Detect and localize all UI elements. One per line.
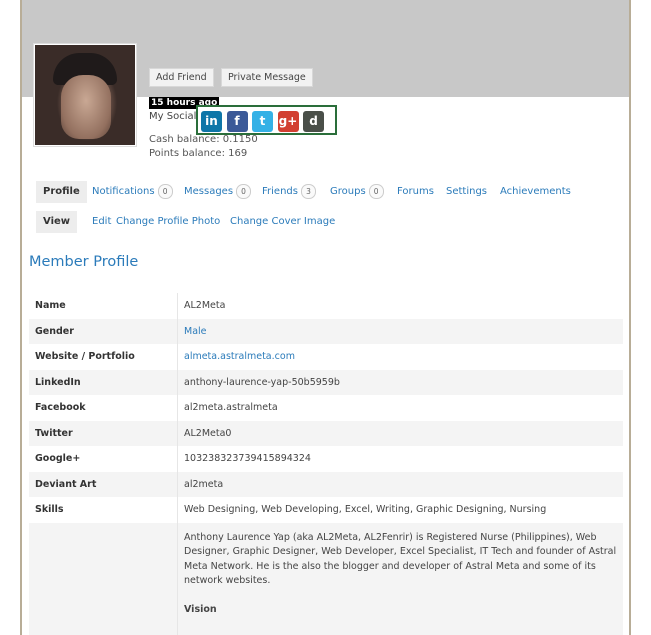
avatar[interactable] <box>33 43 137 147</box>
tab-count-badge: 0 <box>157 183 173 199</box>
table-row: LinkedIn anthony-laurence-yap-50b5959b <box>29 369 623 395</box>
avatar-photo <box>35 45 135 145</box>
field-value-cell: anthony-laurence-yap-50b5959b <box>177 369 623 395</box>
table-row: Name AL2Meta <box>29 293 623 319</box>
tab-friends[interactable]: Friends 3 <box>262 181 316 203</box>
field-value-cell: al2meta <box>177 471 623 497</box>
field-value-cell: Web Designing, Web Developing, Excel, Wr… <box>184 504 547 516</box>
subtab-edit[interactable]: Edit <box>92 211 111 233</box>
table-row: Google+ 103238323739415894324 <box>29 446 623 472</box>
field-label: Website / Portfolio <box>29 344 178 370</box>
tab-forums[interactable]: Forums <box>397 181 434 203</box>
tab-messages[interactable]: Messages 0 <box>184 181 252 203</box>
field-value-cell: al2meta.astralmeta <box>184 402 278 414</box>
tab-notifications[interactable]: Notifications 0 <box>92 181 173 203</box>
subtab-change-cover-image[interactable]: Change Cover Image <box>230 211 335 233</box>
profile-table: Name AL2Meta Gender Male Website / Portfolio… <box>29 293 623 635</box>
subtab-change-profile-photo[interactable]: Change Profile Photo <box>116 211 220 233</box>
section-title: Member Profile <box>29 254 139 270</box>
tab-count-badge: 3 <box>300 183 316 199</box>
points-balance: Points balance: 169 <box>149 148 248 159</box>
table-row-bio: Anthony Laurence Yap (aka AL2Meta, AL2Fe… <box>29 522 623 635</box>
linkedin-icon[interactable]: in <box>201 111 222 132</box>
field-value-cell: AL2Meta0 <box>177 420 623 446</box>
field-label: Twitter <box>29 420 178 446</box>
google-plus-icon[interactable]: g+ <box>277 111 299 132</box>
tab-label: Achievements <box>500 186 571 197</box>
tab-label: Friends <box>262 186 298 197</box>
tab-groups[interactable]: Groups 0 <box>330 181 384 203</box>
field-label: Facebook <box>29 395 178 421</box>
page-border-right <box>629 0 631 635</box>
tab-achievements[interactable]: Achievements <box>500 181 571 203</box>
table-row: Website / Portfolio almeta.astralmeta.com <box>29 344 623 370</box>
table-row: Twitter AL2Meta0 <box>29 420 623 446</box>
tab-settings[interactable]: Settings <box>446 181 487 203</box>
field-label: Name <box>29 293 178 319</box>
tab-label: Profile <box>43 186 80 197</box>
table-row: Deviant Art al2meta <box>29 471 623 497</box>
field-value-link[interactable]: almeta.astralmeta.com <box>184 351 295 362</box>
field-value-cell: AL2Meta <box>184 300 226 312</box>
tab-label: Forums <box>397 186 434 197</box>
table-row: Gender Male <box>29 318 623 344</box>
field-value-link[interactable]: Male <box>184 326 207 337</box>
tab-label: Messages <box>184 186 234 197</box>
bio-cell: Anthony Laurence Yap (aka AL2Meta, AL2Fe… <box>177 522 623 635</box>
field-label: Skills <box>29 497 178 523</box>
field-label: LinkedIn <box>29 369 178 395</box>
tab-label: Notifications <box>92 186 155 197</box>
social-label: My Social <box>149 111 197 122</box>
field-value-cell: almeta.astralmeta.com <box>178 344 624 370</box>
cash-balance: Cash balance: 0.1150 <box>149 134 258 145</box>
add-friend-button[interactable]: Add Friend <box>149 68 214 87</box>
deviantart-icon[interactable]: d <box>303 111 324 132</box>
vision-heading: Vision <box>184 603 217 615</box>
tab-profile[interactable]: Profile <box>36 181 87 203</box>
bio-label-empty <box>29 522 178 635</box>
tab-count-badge: 0 <box>368 183 384 199</box>
private-message-button[interactable]: Private Message <box>221 68 313 87</box>
field-label: Gender <box>29 318 178 344</box>
social-icons-box: in f t g+ d <box>196 105 337 135</box>
tab-count-badge: 0 <box>236 183 252 199</box>
facebook-icon[interactable]: f <box>226 111 248 132</box>
bio-text: Anthony Laurence Yap (aka AL2Meta, AL2Fe… <box>184 531 617 587</box>
profile-page: Add Friend Private Message 15 hours ago … <box>22 0 629 635</box>
table-row: Skills Web Designing, Web Developing, Exc… <box>29 497 623 523</box>
field-value-cell: 103238323739415894324 <box>184 453 311 465</box>
field-value-cell: Male <box>177 318 623 344</box>
twitter-icon[interactable]: t <box>252 111 273 132</box>
tab-label: Settings <box>446 186 488 197</box>
table-row: Facebook al2meta.astralmeta <box>29 395 623 421</box>
subtab-view[interactable]: View <box>36 211 78 233</box>
field-label: Deviant Art <box>29 471 178 497</box>
field-label: Google+ <box>29 446 178 472</box>
tab-label: Groups <box>330 186 366 197</box>
